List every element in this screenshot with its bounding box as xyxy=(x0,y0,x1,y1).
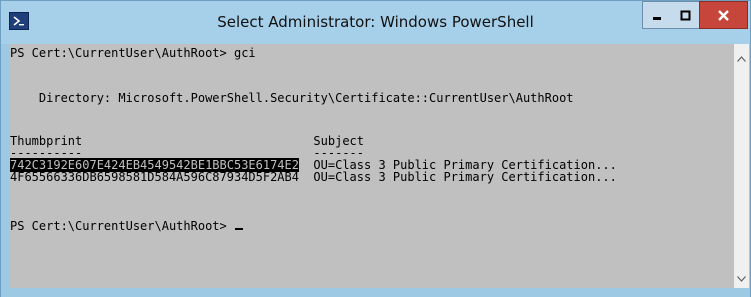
window-title: Select Administrator: Windows PowerShell xyxy=(217,13,534,31)
text-cursor xyxy=(234,228,243,230)
scroll-up-arrow-icon[interactable] xyxy=(734,50,749,67)
window-bottom-border xyxy=(1,288,750,297)
powershell-window: Select Administrator: Windows PowerShell… xyxy=(0,0,751,297)
title-bar[interactable]: Select Administrator: Windows PowerShell xyxy=(1,1,750,44)
minimize-button[interactable] xyxy=(642,1,672,29)
table-row[interactable]: 4F65566336DB6598581D584A596C87934D5F2AB4… xyxy=(10,171,617,183)
directory-line: Directory: Microsoft.PowerShell.Security… xyxy=(10,91,574,105)
maximize-icon xyxy=(680,6,691,25)
console-output[interactable]: PS Cert:\CurrentUser\AuthRoot> gci Direc… xyxy=(10,44,734,288)
maximize-button[interactable] xyxy=(671,1,700,29)
close-icon xyxy=(718,6,729,25)
console-line: PS Cert:\CurrentUser\AuthRoot> gci xyxy=(10,46,256,60)
prompt-line[interactable]: PS Cert:\CurrentUser\AuthRoot> xyxy=(10,220,243,232)
prompt-text: PS Cert:\CurrentUser\AuthRoot> xyxy=(10,219,234,233)
scroll-down-arrow-icon[interactable] xyxy=(734,270,749,287)
minimize-icon xyxy=(652,6,662,25)
close-button[interactable] xyxy=(699,1,748,29)
vertical-scrollbar[interactable] xyxy=(734,44,749,288)
